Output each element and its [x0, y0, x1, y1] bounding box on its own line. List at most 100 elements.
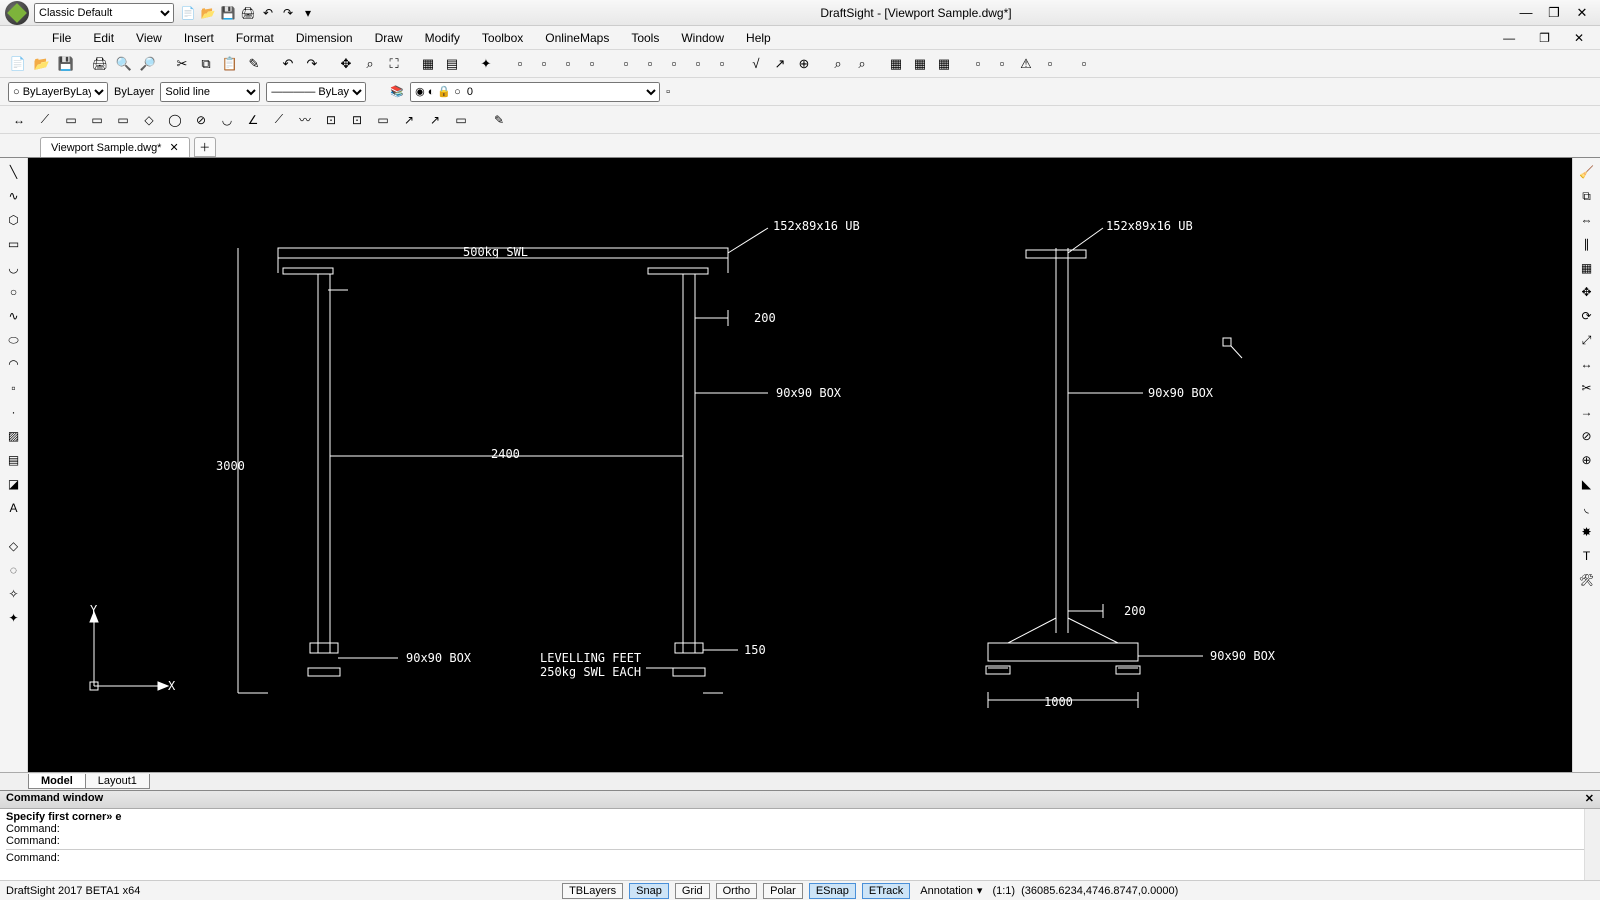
erase-icon[interactable]: 🧹 — [1577, 162, 1597, 182]
save-icon[interactable]: 💾 — [220, 5, 236, 21]
dim-icon-4[interactable]: ▭ — [86, 110, 108, 130]
tb-icon-3[interactable]: ▫ — [558, 54, 578, 74]
tb-icon-2[interactable]: ▫ — [534, 54, 554, 74]
toggle-esnap[interactable]: ESnap — [809, 883, 856, 899]
dim-linear-icon[interactable]: ↔ — [8, 110, 30, 130]
copy-icon[interactable]: ⧉ — [196, 54, 216, 74]
layer-select[interactable]: ◉ ◐ 🔒 ○ 0 — [410, 82, 660, 102]
dropdown-icon[interactable]: ▾ — [300, 5, 316, 21]
tool-b-icon[interactable]: ◌ — [4, 560, 24, 580]
add-document-tab[interactable]: ＋ — [194, 137, 216, 157]
tb-icon-8[interactable]: ▫ — [688, 54, 708, 74]
wand-icon[interactable]: ✦ — [476, 54, 496, 74]
polygon-icon[interactable]: ⬡ — [4, 210, 24, 230]
tool-a-icon[interactable]: ◇ — [4, 536, 24, 556]
open-file-icon[interactable]: 📂 — [32, 54, 52, 74]
gradient-icon[interactable]: ▤ — [4, 450, 24, 470]
dim-icon-6[interactable]: ◇ — [138, 110, 160, 130]
fillet-icon[interactable]: ◟ — [1577, 498, 1597, 518]
stretch-icon[interactable]: ↔ — [1577, 354, 1597, 374]
print-preview-icon[interactable]: 🔍 — [114, 54, 134, 74]
dim-icon-15[interactable]: ▭ — [372, 110, 394, 130]
tb-icon-5[interactable]: ▫ — [616, 54, 636, 74]
tool-c-icon[interactable]: ✧ — [4, 584, 24, 604]
menu-view[interactable]: View — [126, 29, 172, 47]
break-icon[interactable]: ⊘ — [1577, 426, 1597, 446]
tab-model[interactable]: Model — [28, 774, 86, 789]
dim-icon-5[interactable]: ▭ — [112, 110, 134, 130]
toggle-ortho[interactable]: Ortho — [716, 883, 758, 899]
command-prompt[interactable]: Command: — [6, 849, 1594, 864]
redo-icon[interactable]: ↷ — [280, 5, 296, 21]
match-icon[interactable]: ✎ — [244, 54, 264, 74]
tb-icon-14[interactable]: ⌕ — [852, 54, 872, 74]
dim-aligned-icon[interactable]: ⟋ — [34, 110, 56, 130]
array-icon[interactable]: ▦ — [1577, 258, 1597, 278]
doc-restore-button[interactable]: ❐ — [1529, 29, 1560, 47]
document-tab-close-icon[interactable]: ✕ — [169, 141, 178, 154]
tb-icon-11[interactable]: ↗ — [770, 54, 790, 74]
dim-icon-14[interactable]: ⊡ — [346, 110, 368, 130]
new-file-icon[interactable]: 📄 — [8, 54, 28, 74]
references-icon[interactable]: ▤ — [442, 54, 462, 74]
tb-icon-9[interactable]: ▫ — [712, 54, 732, 74]
menu-toolbox[interactable]: Toolbox — [472, 29, 533, 47]
menu-file[interactable]: File — [42, 29, 81, 47]
dim-icon-17[interactable]: ↗ — [424, 110, 446, 130]
app-logo[interactable] — [0, 0, 34, 26]
zoom-window-icon[interactable]: ⌕ — [360, 54, 380, 74]
undo-button-icon[interactable]: ↶ — [278, 54, 298, 74]
dim-icon-13[interactable]: ⊡ — [320, 110, 342, 130]
rotate-icon[interactable]: ⟳ — [1577, 306, 1597, 326]
annotation-label[interactable]: Annotation — [920, 885, 973, 897]
tb-icon-15[interactable]: ▦ — [886, 54, 906, 74]
dim-angular-icon[interactable]: ∠ — [242, 110, 264, 130]
maximize-button[interactable]: ❐ — [1544, 5, 1564, 21]
print-icon[interactable]: 🖨 — [240, 5, 256, 21]
menu-onlinemaps[interactable]: OnlineMaps — [535, 29, 619, 47]
ellipse-icon[interactable]: ⬭ — [4, 330, 24, 350]
print-file-icon[interactable]: 🖨 — [90, 54, 110, 74]
tools-icon[interactable]: 🛠 — [1577, 570, 1597, 590]
polyline-icon[interactable]: ∿ — [4, 186, 24, 206]
command-window-close-icon[interactable]: ✕ — [1585, 792, 1594, 807]
mtext-icon[interactable]: T — [1577, 546, 1597, 566]
menu-insert[interactable]: Insert — [174, 29, 224, 47]
dim-style-icon[interactable]: ✎ — [488, 110, 510, 130]
mirror-icon[interactable]: ⇔ — [1577, 210, 1597, 230]
undo-icon[interactable]: ↶ — [260, 5, 276, 21]
toggle-polar[interactable]: Polar — [763, 883, 803, 899]
dim-icon-3[interactable]: ▭ — [60, 110, 82, 130]
tb-icon-20[interactable]: ⚠ — [1016, 54, 1036, 74]
menu-tools[interactable]: Tools — [621, 29, 669, 47]
chamfer-icon[interactable]: ◣ — [1577, 474, 1597, 494]
tab-layout1[interactable]: Layout1 — [85, 774, 150, 789]
region-icon[interactable]: ◪ — [4, 474, 24, 494]
tb-icon-12[interactable]: ⊕ — [794, 54, 814, 74]
text-icon[interactable]: A — [4, 498, 24, 518]
toggle-snap[interactable]: Snap — [629, 883, 669, 899]
cut-icon[interactable]: ✂ — [172, 54, 192, 74]
tb-icon-10[interactable]: √ — [746, 54, 766, 74]
point-icon[interactable]: · — [4, 402, 24, 422]
menu-edit[interactable]: Edit — [83, 29, 124, 47]
dim-diameter-icon[interactable]: ⊘ — [190, 110, 212, 130]
tb-icon-17[interactable]: ▦ — [934, 54, 954, 74]
tool-d-icon[interactable]: ✦ — [4, 608, 24, 628]
workspace-select[interactable]: Classic Default — [34, 3, 174, 23]
tb-icon-1[interactable]: ▫ — [510, 54, 530, 74]
extend-icon[interactable]: → — [1577, 402, 1597, 422]
doc-minimize-button[interactable]: — — [1493, 29, 1525, 47]
tb-icon-16[interactable]: ▦ — [910, 54, 930, 74]
redo-button-icon[interactable]: ↷ — [302, 54, 322, 74]
tb-icon-18[interactable]: ▫ — [968, 54, 988, 74]
menu-draw[interactable]: Draw — [365, 29, 413, 47]
document-tab[interactable]: Viewport Sample.dwg* ✕ — [40, 137, 190, 157]
new-icon[interactable]: 📄 — [180, 5, 196, 21]
doc-close-button[interactable]: ✕ — [1564, 29, 1594, 47]
line-icon[interactable]: ╲ — [4, 162, 24, 182]
annotation-dropdown-icon[interactable]: ▾ — [977, 884, 983, 897]
save-file-icon[interactable]: 💾 — [56, 54, 76, 74]
trim-icon[interactable]: ✂ — [1577, 378, 1597, 398]
layer-previous-icon[interactable]: ▫ — [666, 86, 670, 98]
